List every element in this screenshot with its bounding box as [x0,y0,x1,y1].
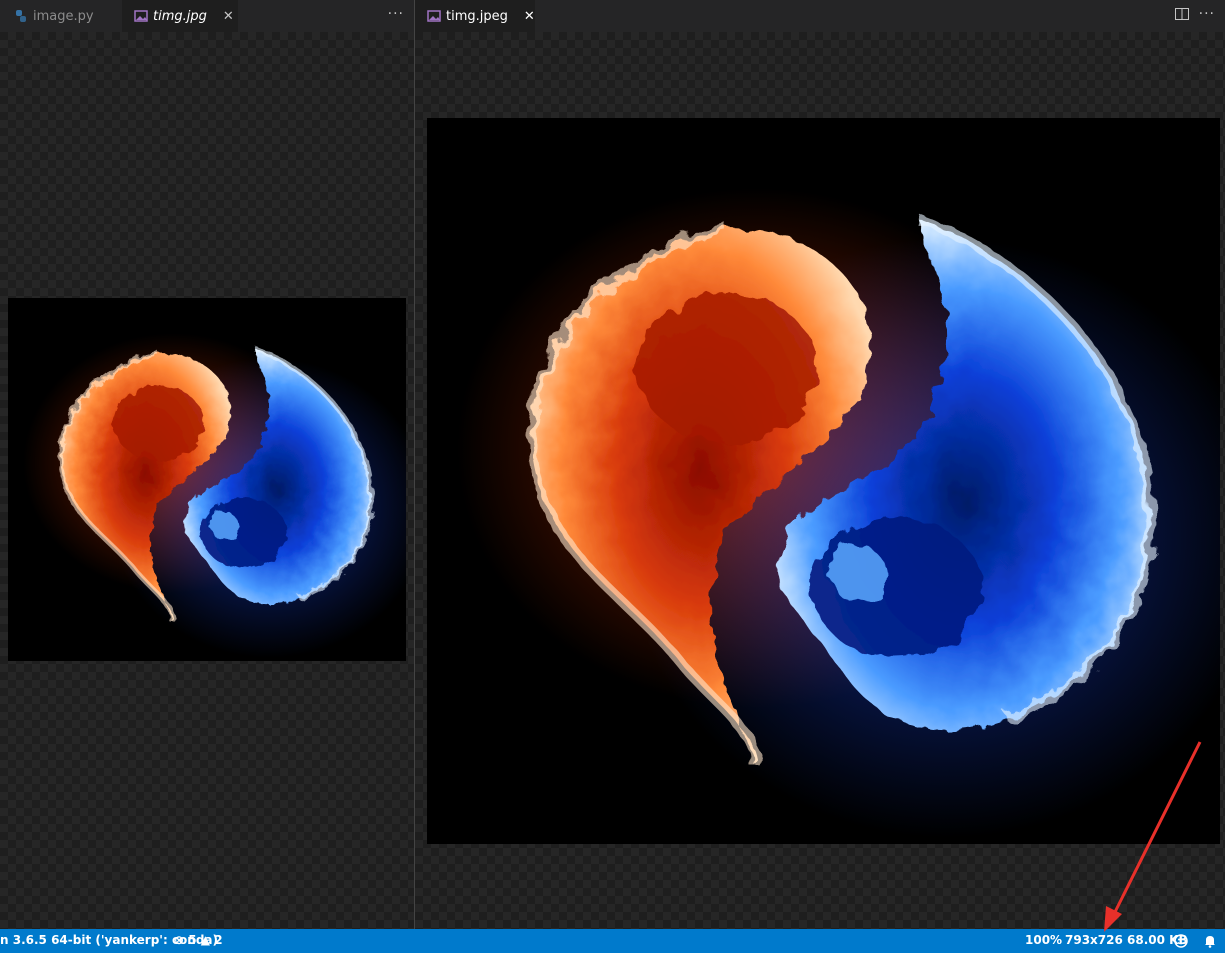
image-preview-area [0,32,414,929]
tab-label: timg.jpeg [446,8,508,24]
tab-timg-jpeg[interactable]: timg.jpeg ✕ [415,0,535,32]
tab-bar: image.py timg.jpg ✕ ··· [0,0,414,32]
tab-bar: timg.jpeg ✕ ··· [415,0,1225,32]
warning-count: 2 [214,933,223,947]
image-preview [8,298,406,661]
close-icon[interactable]: ✕ [524,9,535,24]
error-icon: ⊗ [174,933,185,947]
problems-indicator[interactable]: ⊗ 5 ▲ 2 [174,933,223,947]
zoom-level[interactable]: 100% [1025,933,1062,947]
image-preview-area [415,32,1225,929]
python-file-icon [16,10,26,22]
editor-group-left: image.py timg.jpg ✕ ··· [0,0,414,929]
more-actions-icon[interactable]: ··· [1199,6,1215,22]
status-bar: n 3.6.5 64-bit ('yankerp': conda) ⊗ 5 ▲ … [0,929,1225,953]
smiley-icon[interactable] [1174,934,1188,948]
image-file-icon [427,10,441,22]
tab-label: timg.jpg [153,8,207,24]
tab-image-py[interactable]: image.py [0,0,122,32]
image-size-info: 793x726 68.00 KB [1065,933,1188,947]
close-icon[interactable]: ✕ [223,9,234,24]
warning-icon: ▲ [200,933,211,947]
tab-timg-jpg[interactable]: timg.jpg ✕ [122,0,238,32]
editor-group-right: timg.jpeg ✕ ··· [415,0,1225,929]
tab-label: image.py [33,8,94,24]
more-actions-icon[interactable]: ··· [388,6,404,22]
image-preview [427,118,1220,844]
image-file-icon [134,10,148,22]
bell-icon[interactable] [1203,934,1217,948]
error-count: 5 [188,933,197,947]
split-editor-icon[interactable] [1175,8,1189,20]
